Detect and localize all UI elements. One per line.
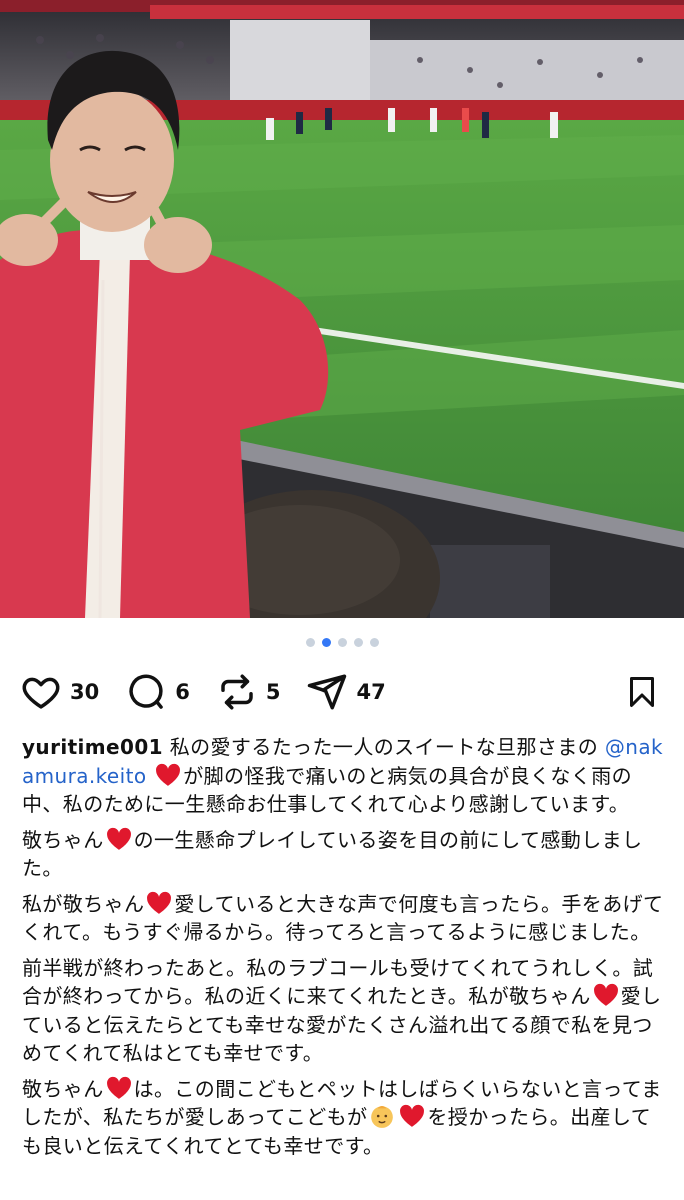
carousel-dot[interactable] — [353, 638, 363, 647]
caption-paragraph: 私が敬ちゃん 愛していると大きな声で何度も言ったら。手をあげてくれて。もうすぐ帰る… — [22, 890, 666, 947]
repost-icon — [221, 674, 253, 710]
caption-text: 敬ちゃん — [22, 827, 104, 852]
carousel-dot[interactable] — [369, 638, 379, 647]
red-heart-emoji-icon — [147, 891, 172, 914]
red-heart-emoji-icon — [106, 1076, 131, 1099]
photo-image — [0, 0, 684, 618]
red-heart-emoji-icon — [400, 1104, 425, 1127]
caption-paragraph: 敬ちゃん の一生懸命プレイしている姿を目の前にして感動しました。 — [22, 826, 666, 883]
caption-paragraph: 敬ちゃん は。この間こどもとペットはしばらくいらないと言ってましたが、私たちが愛し… — [22, 1075, 666, 1161]
caption-text: 敬ちゃん — [22, 1076, 104, 1101]
like-button[interactable]: 30 — [20, 671, 99, 713]
carousel-dot-active[interactable] — [321, 638, 331, 647]
caption-text: 前半戦が終わったあと。私のラブコールも受けてくれてうれしく。試合が終わってから。… — [22, 955, 654, 1009]
caption-paragraph: 前半戦が終わったあと。私のラブコールも受けてくれてうれしく。試合が終わってから。… — [22, 954, 666, 1068]
comment-count: 6 — [175, 680, 190, 704]
red-heart-emoji-icon — [106, 827, 131, 850]
comment-icon — [129, 674, 164, 709]
share-button[interactable]: 47 — [306, 671, 386, 713]
post-photo[interactable] — [0, 0, 684, 618]
comment-button[interactable]: 6 — [125, 671, 190, 713]
caption-text: 私の愛するたった一人のスイートな旦那さまの — [169, 735, 599, 759]
caption-text: 私が敬ちゃん — [22, 891, 145, 916]
send-icon — [308, 674, 347, 710]
baby-emoji-icon — [371, 1105, 394, 1128]
bookmark-button[interactable] — [624, 673, 660, 711]
bookmark-icon — [630, 677, 654, 707]
carousel-dot[interactable] — [337, 638, 347, 647]
username-link[interactable]: yuritime001 — [22, 735, 163, 759]
post-caption: yuritime001 私の愛するたった一人のスイートな旦那さまの @nakam… — [22, 733, 666, 1167]
carousel-dot[interactable] — [305, 638, 315, 647]
carousel-indicator — [0, 638, 684, 647]
repost-count: 5 — [265, 680, 281, 704]
heart-outline-icon — [22, 677, 60, 709]
repost-button[interactable]: 5 — [216, 671, 281, 713]
caption-paragraph: yuritime001 私の愛するたった一人のスイートな旦那さまの @nakam… — [22, 733, 666, 819]
red-heart-emoji-icon — [156, 763, 181, 786]
like-count: 30 — [70, 680, 100, 704]
action-bar: 30 6 5 47 — [20, 668, 660, 716]
share-count: 47 — [356, 680, 386, 704]
red-heart-emoji-icon — [593, 983, 618, 1006]
